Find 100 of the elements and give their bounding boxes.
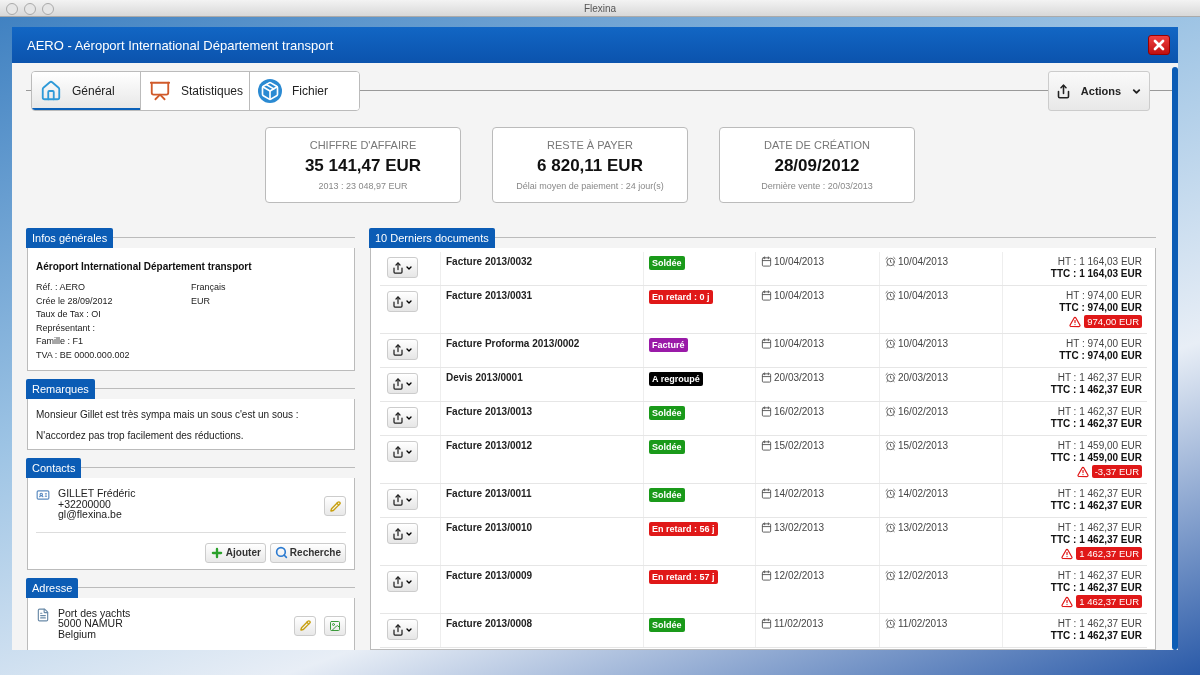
close-button[interactable]	[1148, 35, 1170, 55]
document-actions-button[interactable]	[387, 523, 418, 544]
info-field: Français	[191, 281, 346, 295]
document-name: Facture Proforma 2013/0002	[446, 338, 580, 349]
document-actions-button[interactable]	[387, 257, 418, 278]
alarm-clock-icon	[885, 440, 896, 451]
document-name: Facture 2013/0008	[446, 618, 533, 629]
panel-heading: Contacts	[26, 458, 82, 478]
amount-excl-tax: HT : 1 164,03 EUR	[1057, 256, 1142, 268]
tab[interactable]: Général	[32, 72, 141, 110]
app-title: Flexina	[583, 2, 617, 14]
panel-action-button[interactable]: Recherche	[269, 542, 346, 563]
due-date: 13/02/2013	[898, 522, 949, 533]
amount-excl-tax: HT : 1 462,37 EUR	[1057, 522, 1142, 534]
calendar-icon	[761, 290, 772, 301]
panel-heading: 10 Derniers documents	[369, 228, 495, 248]
overdue-amount: -3,37 EUR	[1091, 465, 1142, 478]
alarm-clock-icon	[885, 406, 896, 417]
amount-excl-tax: HT : 1 462,37 EUR	[1057, 372, 1142, 384]
panel-heading: Infos générales	[26, 228, 114, 248]
status-badge: En retard : 57 j	[649, 570, 718, 584]
box-icon	[258, 79, 282, 103]
amount-excl-tax: HT : 1 462,37 EUR	[1057, 570, 1142, 582]
share-icon	[392, 343, 404, 356]
alarm-clock-icon	[885, 488, 896, 499]
amount-incl-tax: TTC : 1 462,37 EUR	[1050, 630, 1142, 642]
due-date: 11/02/2013	[898, 618, 948, 629]
warning-icon	[1061, 547, 1074, 560]
document-actions-button[interactable]	[387, 441, 418, 462]
status-badge: A regroupé	[649, 372, 703, 386]
amount-incl-tax: TTC : 1 164,03 EUR	[1050, 268, 1142, 280]
document-date: 16/02/2013	[774, 406, 825, 417]
amount-excl-tax: HT : 1 462,37 EUR	[1057, 488, 1142, 500]
stat-value: 6 820,11 EUR	[537, 156, 643, 176]
document-name: Facture 2013/0012	[446, 440, 533, 451]
due-date: 10/04/2013	[898, 290, 949, 301]
overdue-amount: 1 462,37 EUR	[1076, 547, 1142, 560]
share-icon	[392, 445, 404, 458]
easel-chart-icon	[149, 80, 171, 102]
panel-action-button[interactable]: Ajouter	[204, 542, 266, 563]
share-icon	[392, 493, 404, 506]
map-button[interactable]	[324, 615, 346, 636]
actions-button[interactable]: Actions	[1048, 71, 1150, 111]
amount-incl-tax: TTC : 1 462,37 EUR	[1050, 384, 1142, 396]
info-field: Réf. : AERO	[36, 281, 191, 295]
close-icon	[1151, 37, 1167, 53]
house-icon	[40, 80, 62, 102]
address-line: 5000 NAMUR	[58, 618, 123, 629]
contact-email: gl@flexina.be	[58, 509, 123, 520]
document-date: 11/02/2013	[774, 618, 824, 629]
warning-icon	[1076, 465, 1089, 478]
stat-value: 28/09/2012	[774, 156, 860, 176]
document-actions-button[interactable]	[387, 373, 418, 394]
amount-excl-tax: HT : 1 462,37 EUR	[1057, 406, 1142, 418]
document-actions-button[interactable]	[387, 339, 418, 360]
remark-text: N'accordez pas trop facilement des réductions.	[36, 430, 245, 441]
stat-note: Dernière vente : 20/03/2013	[761, 181, 873, 191]
document-date: 13/02/2013	[774, 522, 825, 533]
document-actions-button[interactable]	[387, 407, 418, 428]
share-icon	[392, 527, 404, 540]
status-badge: Soldée	[649, 406, 685, 420]
document-actions-button[interactable]	[387, 619, 418, 640]
due-date: 10/04/2013	[898, 256, 949, 267]
amount-excl-tax: HT : 974,00 EUR	[1066, 338, 1142, 350]
status-badge: Soldée	[649, 488, 685, 502]
status-badge: Facturé	[649, 338, 688, 352]
scrollbar[interactable]	[1172, 67, 1178, 650]
alarm-clock-icon	[885, 618, 896, 629]
info-field: Représentant :	[36, 321, 191, 335]
address-line: Belgium	[58, 628, 97, 639]
info-field: TVA : BE 0000.000.002	[36, 348, 191, 362]
alarm-clock-icon	[885, 256, 896, 267]
amount-excl-tax: HT : 1 462,37 EUR	[1057, 618, 1142, 630]
document-name: Facture 2013/0009	[446, 570, 533, 581]
due-date: 20/03/2013	[898, 372, 949, 383]
share-icon	[392, 261, 404, 274]
document-name: Devis 2013/0001	[446, 372, 523, 383]
remark-text: Monsieur Gillet est très sympa mais un sous c'est un sous :	[36, 409, 300, 420]
document-icon	[36, 607, 50, 622]
document-date: 12/02/2013	[774, 570, 825, 581]
alarm-clock-icon	[885, 290, 896, 301]
document-name: Facture 2013/0032	[446, 256, 533, 267]
status-badge: En retard : 0 j	[649, 290, 713, 304]
document-actions-button[interactable]	[387, 291, 418, 312]
amount-incl-tax: TTC : 1 462,37 EUR	[1050, 534, 1142, 546]
panel-heading: Adresse	[26, 577, 79, 598]
amount-excl-tax: HT : 1 459,00 EUR	[1057, 440, 1142, 452]
contact-name: GILLET Frédéric	[58, 488, 137, 499]
share-icon	[1055, 83, 1071, 99]
amount-incl-tax: TTC : 1 462,37 EUR	[1050, 500, 1142, 512]
info-field: Crée le 28/09/2012	[36, 294, 191, 308]
document-date: 10/04/2013	[774, 290, 825, 301]
panel-heading: Remarques	[26, 379, 95, 399]
document-actions-button[interactable]	[387, 571, 418, 592]
share-icon	[392, 575, 404, 588]
contact-card-icon	[36, 488, 50, 502]
document-actions-button[interactable]	[387, 489, 418, 510]
alarm-clock-icon	[885, 522, 896, 533]
stat-note: Délai moyen de paiement : 24 jour(s)	[516, 181, 664, 191]
window-title: AERO - Aéroport International Département transport	[27, 37, 334, 53]
